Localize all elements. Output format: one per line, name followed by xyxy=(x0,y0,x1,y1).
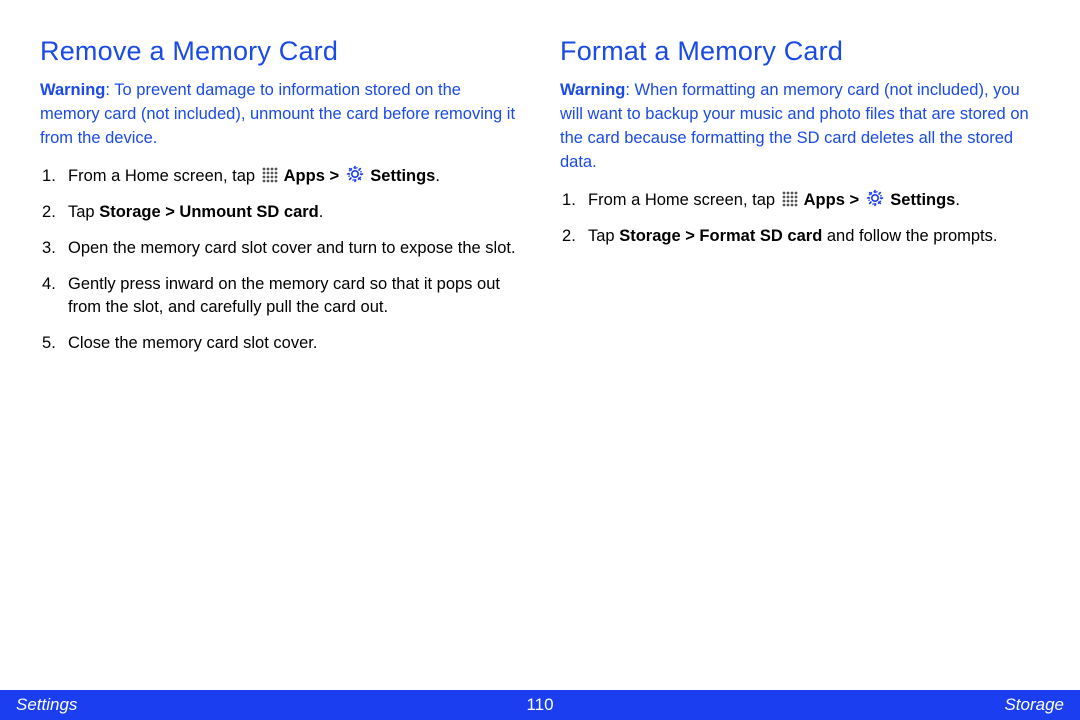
apps-label: Apps > xyxy=(280,167,344,185)
step: Open the memory card slot cover and turn… xyxy=(40,237,520,261)
gear-icon xyxy=(866,189,884,207)
apps-label: Apps > xyxy=(800,191,864,209)
heading-remove: Remove a Memory Card xyxy=(40,36,520,67)
steps-remove: From a Home screen, tap Apps > Settings.… xyxy=(40,165,520,357)
left-column: Remove a Memory Card Warning: To prevent… xyxy=(40,36,520,368)
footer-bar: Settings 110 Storage xyxy=(0,690,1080,720)
gear-icon xyxy=(346,165,364,183)
steps-format: From a Home screen, tap Apps > Settings.… xyxy=(560,189,1040,249)
step: Close the memory card slot cover. xyxy=(40,332,520,356)
settings-label: Settings xyxy=(366,167,436,185)
warning-label: Warning xyxy=(40,81,105,99)
settings-label: Settings xyxy=(886,191,956,209)
warning-text: : When formatting an memory card (not in… xyxy=(560,81,1029,171)
page-number: 110 xyxy=(526,695,553,715)
step: From a Home screen, tap Apps > Settings. xyxy=(40,165,520,189)
warning-text: : To prevent damage to information store… xyxy=(40,81,515,147)
path-label: Storage > Unmount SD card xyxy=(99,203,319,221)
warning-format: Warning: When formatting an memory card … xyxy=(560,79,1040,175)
step: From a Home screen, tap Apps > Settings. xyxy=(560,189,1040,213)
heading-format: Format a Memory Card xyxy=(560,36,1040,67)
path-label: Storage > Format SD card xyxy=(619,227,822,245)
right-column: Format a Memory Card Warning: When forma… xyxy=(560,36,1040,368)
footer-left: Settings xyxy=(16,695,77,715)
step: Tap Storage > Unmount SD card. xyxy=(40,201,520,225)
page-content: Remove a Memory Card Warning: To prevent… xyxy=(0,0,1080,368)
step: Tap Storage > Format SD card and follow … xyxy=(560,225,1040,249)
warning-remove: Warning: To prevent damage to informatio… xyxy=(40,79,520,151)
warning-label: Warning xyxy=(560,81,625,99)
step: Gently press inward on the memory card s… xyxy=(40,273,520,321)
apps-icon xyxy=(782,191,798,207)
footer-right: Storage xyxy=(1004,695,1064,715)
apps-icon xyxy=(262,167,278,183)
